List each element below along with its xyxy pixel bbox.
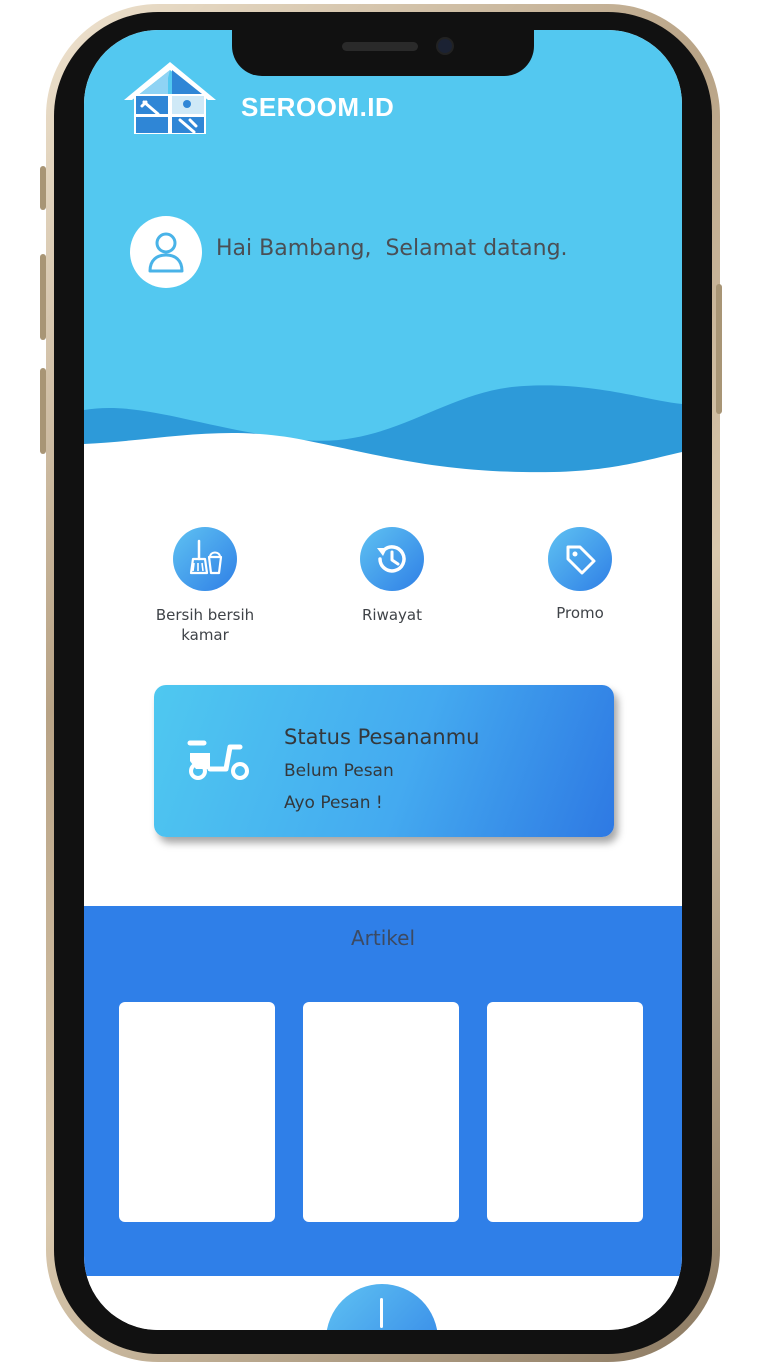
mute-switch <box>40 166 46 210</box>
brand-name: SEROOM.ID <box>241 92 395 122</box>
status-title: Status Pesananmu <box>284 725 480 749</box>
tag-icon <box>548 527 612 591</box>
status-cta: Ayo Pesan ! <box>284 793 383 813</box>
notch <box>232 30 534 76</box>
menu-label-history: Riwayat <box>362 606 422 624</box>
user-avatar[interactable] <box>130 216 202 288</box>
article-card[interactable] <box>303 1002 459 1222</box>
home-icon <box>380 1298 383 1328</box>
menu-item-promo[interactable]: Promo <box>500 527 660 623</box>
front-camera <box>438 39 452 53</box>
history-icon <box>360 527 424 591</box>
app-screen: SEROOM.ID Hai Bambang, Selamat datang. B… <box>84 30 682 1330</box>
greeting-text: Hai Bambang, Selamat datang. <box>216 236 568 261</box>
article-card[interactable] <box>119 1002 275 1222</box>
article-card[interactable] <box>487 1002 643 1222</box>
menu-label-cleaning: Bersih bersih kamar <box>155 606 255 644</box>
article-section-title: Artikel <box>350 926 416 950</box>
menu-label-promo: Promo <box>556 604 604 622</box>
speaker <box>342 42 418 51</box>
broom-bucket-icon <box>173 527 237 591</box>
power-button <box>716 284 722 414</box>
scooter-icon <box>187 740 249 780</box>
menu-item-history[interactable]: Riwayat <box>312 527 472 625</box>
volume-down-button <box>40 368 46 454</box>
article-section: Artikel <box>84 906 682 1276</box>
seroom-logo-icon <box>124 62 216 134</box>
order-status-card[interactable]: Status Pesananmu Belum Pesan Ayo Pesan ! <box>154 685 614 837</box>
status-text: Belum Pesan <box>284 761 394 781</box>
header-wave <box>84 385 682 480</box>
volume-up-button <box>40 254 46 340</box>
menu-item-cleaning[interactable]: Bersih bersih kamar <box>125 527 285 645</box>
user-icon <box>148 232 184 273</box>
